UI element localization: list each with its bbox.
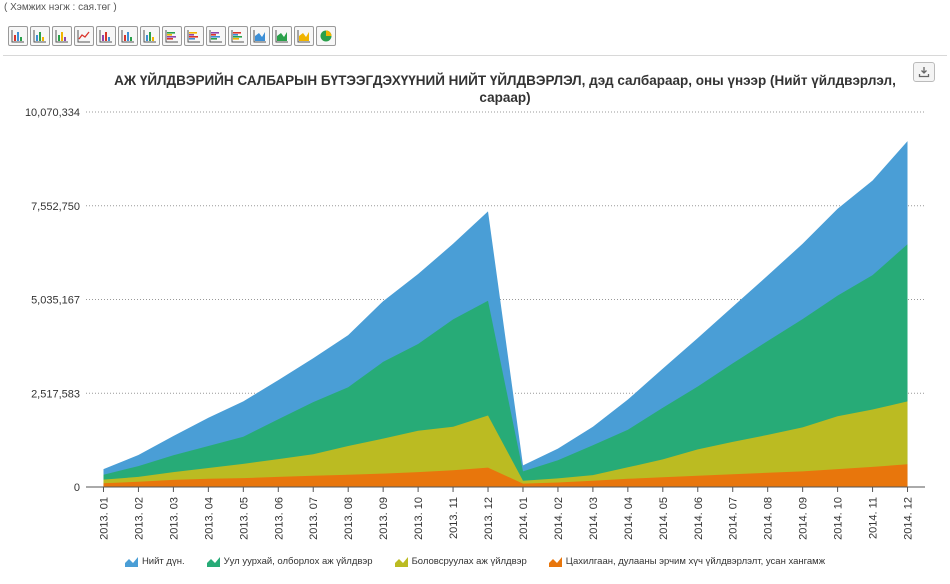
x-tick-label: 2013. 11 [448,497,460,539]
y-tick-label: 10,070,334 [25,107,80,119]
x-tick-label: 2014. 03 [588,497,600,540]
x-tick-label: 2013. 07 [308,497,320,540]
legend-item-mining[interactable]: Уул уурхай, олборлох аж үйлдвэр [206,556,373,567]
x-tick-label: 2014. 05 [658,497,670,540]
x-tick-label: 2014. 09 [798,497,810,540]
y-tick-label: 5,035,167 [31,295,80,307]
x-tick-label: 2013. 12 [483,497,495,540]
legend-item-electricity[interactable]: Цахилгаан, дулааны эрчим хүч үйлдвэрлэлт… [548,556,826,567]
legend-area-icon [124,556,138,567]
x-tick-label: 2013. 06 [273,497,285,540]
y-tick-label: 0 [74,482,80,494]
legend-area-icon [548,556,562,567]
area-chart: 10,070,334 7,552,750 5,035,167 2,517,583 0 20… [25,107,925,540]
x-tick-label: 2013. 04 [203,497,215,540]
x-tick-label: 2013. 05 [238,497,250,540]
chart-legend: Нийт дүн. Уул уурхай, олборлох аж үйлдвэр… [0,556,950,567]
x-tick-label: 2014. 10 [833,497,845,540]
x-tick-label: 2013. 08 [343,497,355,540]
legend-item-manufacturing[interactable]: Боловсруулах аж үйлдвэр [394,556,527,567]
x-tick-label: 2014. 11 [868,497,880,539]
legend-area-icon [394,556,408,567]
legend-label: Нийт дүн. [141,556,185,567]
x-tick-label: 2013. 01 [98,497,110,540]
x-tick-label: 2014. 04 [623,497,635,540]
x-tick-label: 2013. 02 [133,497,145,540]
legend-label: Уул уурхай, олборлох аж үйлдвэр [223,556,373,567]
y-tick-label: 7,552,750 [31,201,80,213]
x-tick-label: 2013. 03 [168,497,180,540]
legend-area-icon [206,556,220,567]
x-tick-label: 2013. 10 [413,497,425,540]
x-tick-label: 2014. 12 [903,497,915,540]
y-tick-label: 2,517,583 [31,388,80,400]
legend-label: Боловсруулах аж үйлдвэр [411,556,527,567]
legend-label: Цахилгаан, дулааны эрчим хүч үйлдвэрлэлт… [565,556,826,567]
x-tick-label: 2014. 08 [763,497,775,540]
x-tick-label: 2013. 09 [378,497,390,540]
x-tick-label: 2014. 07 [728,497,740,540]
x-tick-label: 2014. 06 [693,497,705,540]
legend-item-total[interactable]: Нийт дүн. [124,556,185,567]
x-tick-label: 2014. 02 [553,497,565,540]
x-tick-label: 2014. 01 [518,497,530,540]
